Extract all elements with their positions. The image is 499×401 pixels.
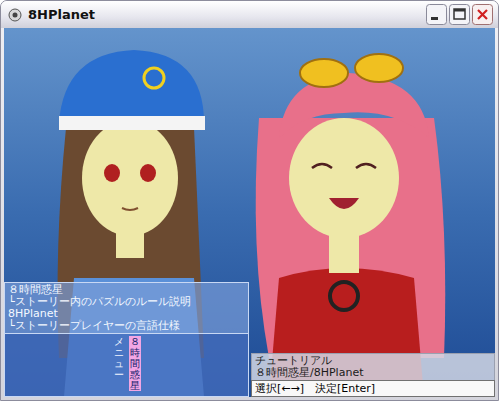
menu-item[interactable]: ８時間惑星	[129, 336, 141, 391]
close-icon[interactable]	[472, 4, 493, 25]
right-character-icon	[256, 54, 446, 397]
minimize-icon[interactable]	[426, 4, 447, 25]
tutorial-line: チュートリアル	[255, 355, 491, 367]
app-window: 8HPlanet ８時間惑星└ストーリー内のパズルのルール説明8HPlanet└…	[0, 0, 499, 401]
info-line: └ストーリープレイヤーの言語仕様	[8, 320, 245, 332]
info-line: └ストーリー内のパズルのルール説明	[8, 296, 245, 308]
info-panel: ８時間惑星└ストーリー内のパズルのルール説明8HPlanet└ストーリープレイヤ…	[4, 282, 249, 333]
game-screen: ８時間惑星└ストーリー内のパズルのルール説明8HPlanet└ストーリープレイヤ…	[4, 28, 495, 397]
tutorial-line: ８時間惑星/8HPlanet	[255, 367, 491, 379]
title-bar[interactable]: 8HPlanet	[1, 1, 498, 28]
window-title: 8HPlanet	[28, 7, 421, 22]
tutorial-panel: チュートリアル８時間惑星/8HPlanet	[251, 353, 495, 380]
vertical-menu: メニュー ８時間惑星	[4, 333, 249, 397]
info-line: 8HPlanet	[8, 308, 245, 320]
left-panel: ８時間惑星└ストーリー内のパズルのルール説明8HPlanet└ストーリープレイヤ…	[4, 282, 249, 397]
info-line: ８時間惑星	[8, 284, 245, 296]
app-icon	[7, 7, 23, 23]
menu-item[interactable]: メニュー	[113, 336, 125, 380]
right-panel: チュートリアル８時間惑星/8HPlanet 選択[←→] 決定[Enter]	[251, 353, 495, 397]
maximize-icon[interactable]	[449, 4, 470, 25]
status-bar: 選択[←→] 決定[Enter]	[251, 380, 495, 397]
